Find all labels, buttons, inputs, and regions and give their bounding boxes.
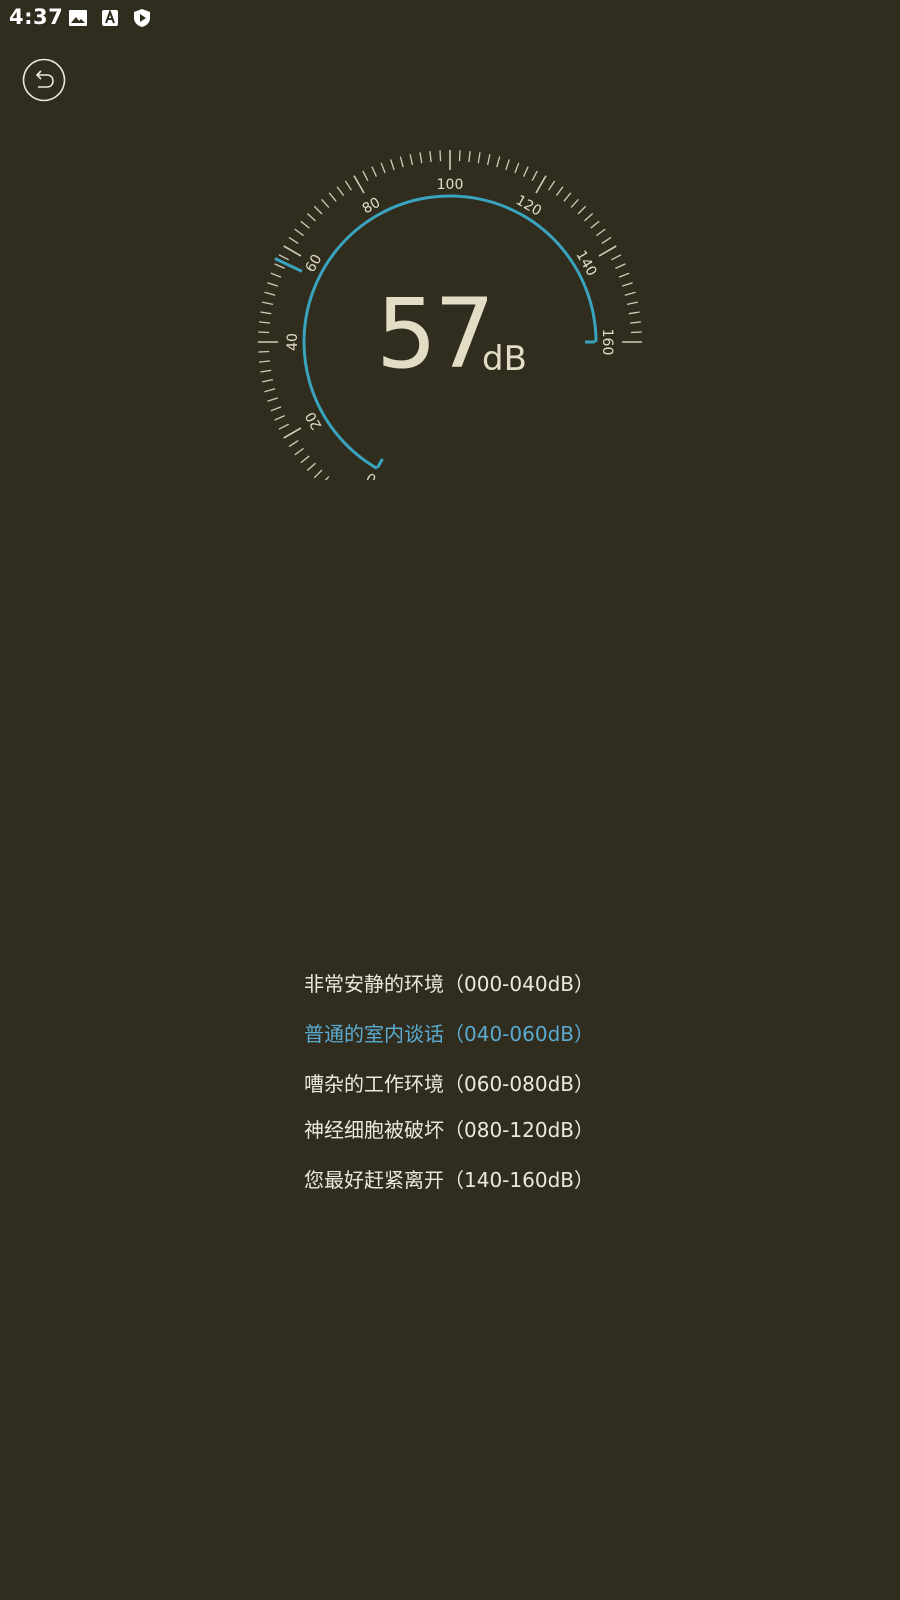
gauge-minor-tick bbox=[306, 462, 316, 471]
gauge-major-tick bbox=[283, 245, 302, 257]
gauge-minor-tick bbox=[618, 272, 630, 278]
gauge-minor-tick bbox=[288, 236, 299, 244]
gauge-minor-tick bbox=[321, 198, 330, 208]
gauge-minor-tick bbox=[601, 236, 612, 244]
gauge-minor-tick bbox=[270, 406, 282, 412]
decibel-gauge: 020406080100120140160 bbox=[258, 150, 642, 480]
gauge-scale-label: 40 bbox=[285, 333, 301, 351]
gauge-scale-label: 100 bbox=[437, 177, 464, 193]
gauge-minor-tick bbox=[615, 263, 626, 269]
gauge-minor-tick bbox=[380, 162, 386, 174]
gauge-minor-tick bbox=[429, 151, 432, 163]
gauge-minor-tick bbox=[584, 213, 594, 222]
gauge-minor-tick bbox=[278, 423, 289, 430]
gauge-minor-tick bbox=[294, 447, 304, 456]
gauge-minor-tick bbox=[555, 186, 564, 196]
gauge-major-tick bbox=[598, 245, 617, 257]
decibel-value: 57 bbox=[376, 278, 495, 390]
gauge-minor-tick bbox=[486, 154, 491, 166]
gauge-minor-tick bbox=[306, 213, 316, 222]
gauge-minor-tick bbox=[324, 476, 330, 480]
gauge-minor-tick bbox=[505, 159, 510, 171]
gauge-minor-tick bbox=[258, 331, 270, 334]
gauge-minor-tick bbox=[626, 301, 638, 306]
gauge-minor-tick bbox=[390, 159, 395, 171]
gauge-minor-tick bbox=[548, 180, 556, 191]
gauge-minor-tick bbox=[264, 291, 276, 296]
gauge-minor-tick bbox=[399, 156, 404, 168]
decibel-unit: dB bbox=[482, 339, 527, 379]
gauge-minor-tick bbox=[300, 455, 310, 464]
gauge-minor-tick bbox=[260, 311, 272, 315]
gauge-minor-tick bbox=[259, 360, 271, 363]
legend-item: 您最好赶紧离开（140-160dB） bbox=[304, 1168, 594, 1192]
gauge-minor-tick bbox=[621, 282, 633, 287]
legend-item: 普通的室内谈话（040-060dB） bbox=[304, 1022, 594, 1046]
gauge-minor-tick bbox=[267, 397, 279, 402]
gauge-minor-tick bbox=[313, 205, 323, 215]
gauge-minor-tick bbox=[262, 301, 274, 306]
gauge-minor-tick bbox=[531, 170, 538, 181]
gauge-minor-tick bbox=[278, 254, 289, 261]
gauge-scale-label: 0 bbox=[364, 469, 380, 480]
gauge-minor-tick bbox=[419, 152, 423, 164]
gauge-minor-tick bbox=[477, 152, 481, 164]
gauge-minor-tick bbox=[264, 388, 276, 393]
gauge-minor-tick bbox=[300, 220, 310, 229]
gauge-needle bbox=[274, 257, 303, 273]
gauge-major-tick bbox=[283, 427, 302, 439]
legend-item: 非常安静的环境（000-040dB） bbox=[304, 972, 594, 996]
gauge-minor-tick bbox=[611, 254, 622, 261]
gauge-minor-tick bbox=[336, 186, 345, 196]
gauge-minor-tick bbox=[362, 170, 369, 181]
gauge-scale-label: 120 bbox=[513, 192, 544, 219]
gauge-minor-tick bbox=[439, 150, 442, 162]
legend-item: 嘈杂的工作环境（060-080dB） bbox=[304, 1072, 594, 1096]
gauge-minor-tick bbox=[328, 192, 337, 202]
gauge-scale-label: 160 bbox=[599, 329, 615, 356]
gauge-major-tick bbox=[353, 175, 365, 194]
gauge-minor-tick bbox=[458, 150, 461, 162]
gauge-major-tick bbox=[535, 175, 547, 194]
gauge-minor-tick bbox=[563, 192, 572, 202]
gauge-minor-tick bbox=[577, 205, 587, 215]
gauge-minor-tick bbox=[260, 369, 272, 373]
gauge-minor-tick bbox=[596, 228, 606, 237]
gauge-minor-tick bbox=[258, 350, 270, 353]
gauge-minor-tick bbox=[267, 282, 279, 287]
gauge-minor-tick bbox=[629, 321, 641, 324]
gauge-minor-tick bbox=[496, 156, 501, 168]
gauge-minor-tick bbox=[514, 162, 520, 174]
gauge-minor-tick bbox=[288, 440, 299, 448]
gauge-minor-tick bbox=[262, 378, 274, 383]
gauge-minor-tick bbox=[344, 180, 352, 191]
gauge-minor-tick bbox=[270, 272, 282, 278]
gauge-minor-tick bbox=[371, 166, 377, 177]
gauge-minor-tick bbox=[274, 263, 285, 269]
gauge-minor-tick bbox=[274, 415, 285, 421]
gauge-arc-cap-start bbox=[376, 458, 384, 469]
legend-item: 神经细胞被破坏（080-120dB） bbox=[304, 1118, 594, 1142]
gauge-minor-tick bbox=[624, 291, 636, 296]
gauge-minor-tick bbox=[590, 220, 600, 229]
gauge-minor-tick bbox=[294, 228, 304, 237]
gauge-minor-tick bbox=[313, 469, 323, 479]
gauge-minor-tick bbox=[409, 154, 414, 166]
gauge-minor-tick bbox=[628, 311, 640, 315]
gauge-minor-tick bbox=[523, 166, 529, 177]
gauge-scale-label: 140 bbox=[572, 248, 599, 279]
gauge-minor-tick bbox=[630, 331, 642, 334]
gauge-minor-tick bbox=[570, 198, 579, 208]
gauge-minor-tick bbox=[468, 151, 471, 163]
gauge-minor-tick bbox=[259, 321, 271, 324]
